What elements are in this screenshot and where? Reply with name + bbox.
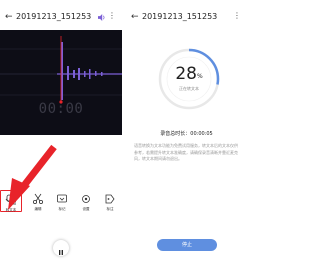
- red-arrow-annotation: [8, 144, 57, 210]
- transcription-notice: 语音转换为文本功能为免费试用服务，转文本后的文本仅供参考，若需提升转文本准确度，…: [134, 143, 238, 161]
- transcribing-screen: ← 20191213_151253 ⋮ 28% 正在转文本 录音总时长：00:0…: [126, 0, 247, 265]
- total-duration: 录音总时长：00:00:05: [160, 131, 213, 137]
- percent-sign: %: [196, 73, 203, 80]
- progress-sublabel: 正在转文本: [179, 86, 199, 91]
- progress-value: 28: [175, 64, 197, 84]
- back-arrow-icon[interactable]: ←: [131, 12, 139, 22]
- recording-title: 20191213_151253: [142, 12, 218, 21]
- more-icon[interactable]: ⋮: [233, 11, 241, 21]
- recording-screen: ← 20191213_151253 ⋮ 00:00 转文本 编辑 标记 设置 标…: [0, 0, 122, 265]
- progress-percent: 28%: [156, 64, 222, 84]
- stop-button[interactable]: 停止: [157, 239, 217, 251]
- header: ← 20191213_151253 ⋮: [126, 11, 247, 25]
